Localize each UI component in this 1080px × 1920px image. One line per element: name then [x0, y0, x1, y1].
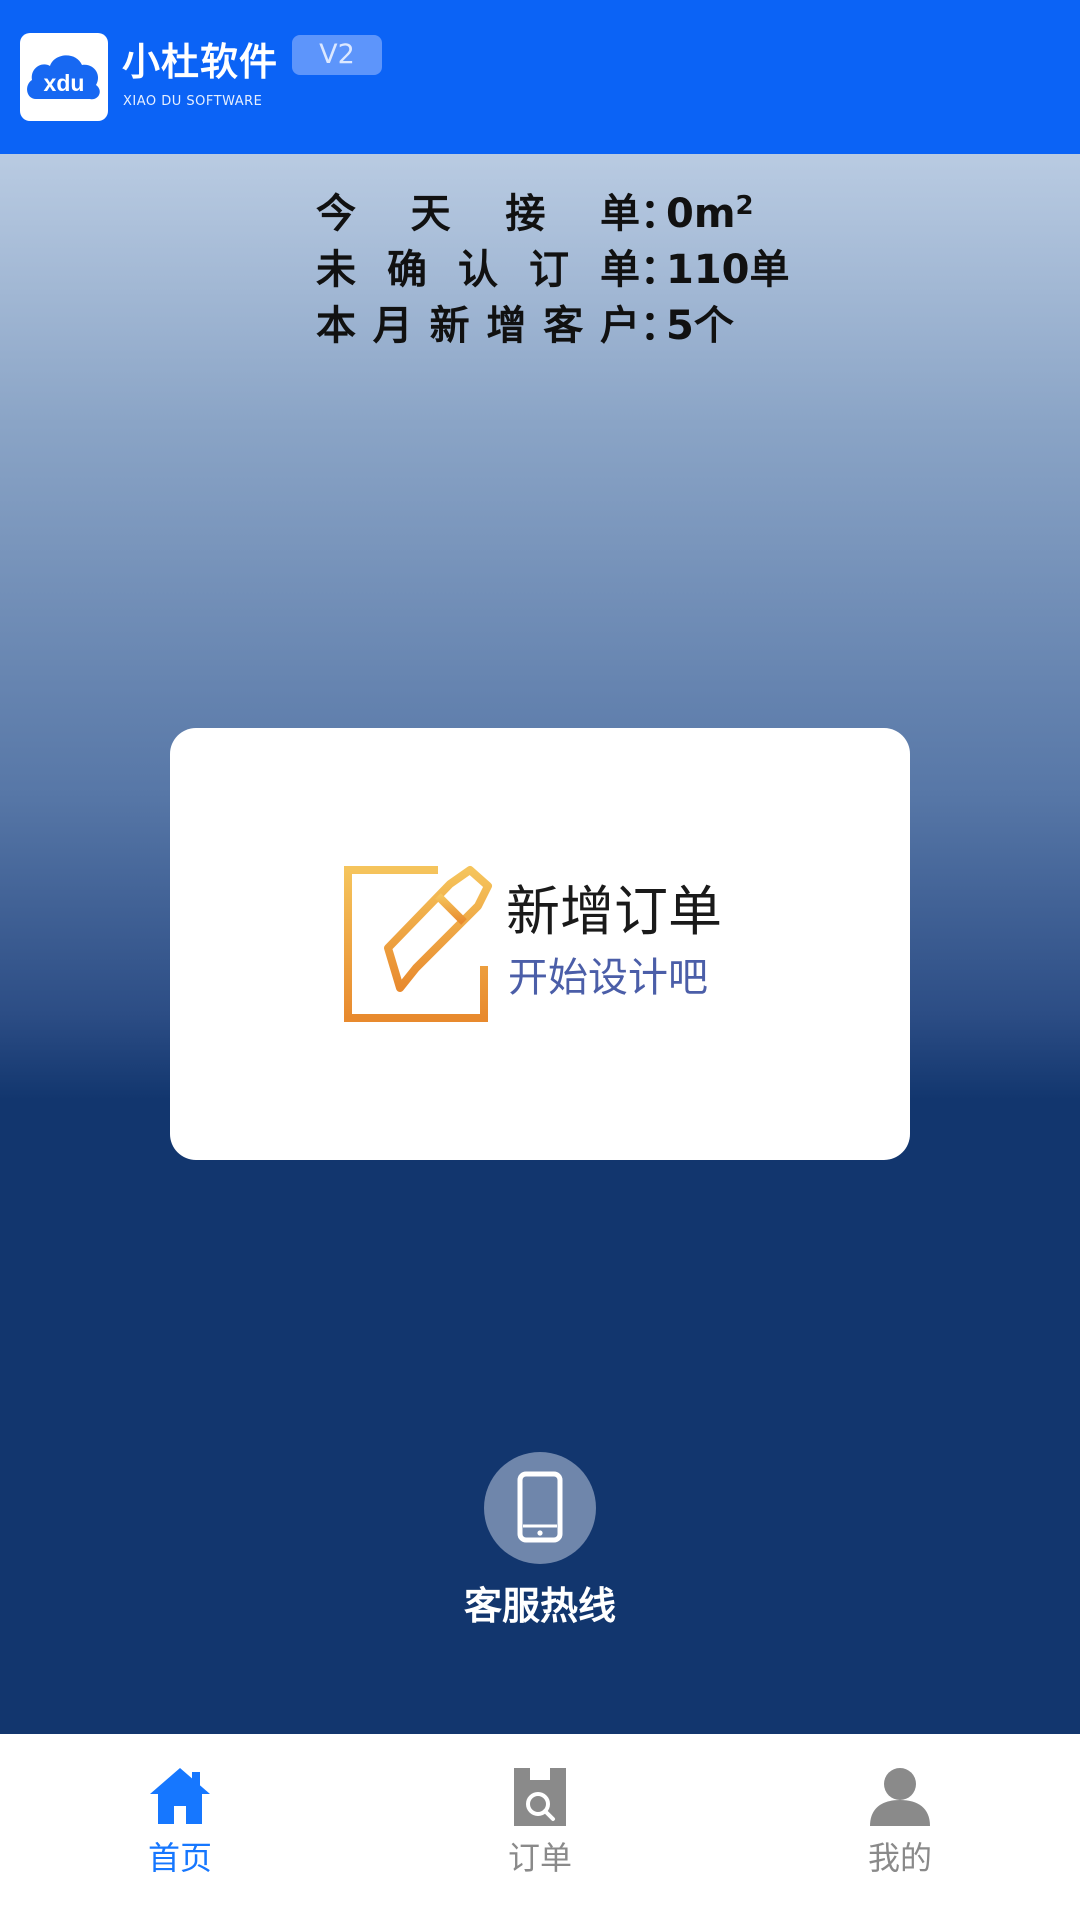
stat-label: 未确认订单 — [316, 247, 640, 293]
edit-icon — [344, 866, 492, 1022]
home-icon — [150, 1768, 210, 1824]
stat-today-orders: 今天接单：0m2 — [316, 186, 790, 242]
tab-orders[interactable]: 订单 — [360, 1734, 720, 1920]
tab-label: 订单 — [507, 1839, 572, 1877]
customer-service-hotline[interactable]: 客服热线 — [426, 1452, 654, 1630]
new-order-card[interactable]: 新增订单 开始设计吧 — [170, 728, 910, 1160]
user-icon — [870, 1768, 930, 1826]
stat-label: 本月新增客户 — [316, 303, 640, 349]
tab-label: 首页 — [147, 1839, 212, 1877]
cloud-logo-icon: xdu — [27, 55, 100, 100]
stat-new-customers: 本月新增客户：5个 — [316, 298, 790, 354]
card-title: 新增订单 — [506, 880, 722, 943]
stat-unconfirmed-orders: 未确认订单：110单 — [316, 242, 790, 298]
stat-value-superscript: 2 — [735, 191, 754, 221]
stat-value: 5个 — [666, 303, 734, 349]
stat-value-text: 0m — [666, 191, 736, 237]
stat-value: 0m2 — [666, 186, 754, 242]
brand-subtitle: XIAO DU SOFTWARE — [123, 94, 263, 109]
stats-summary: 今天接单：0m2 未确认订单：110单 本月新增客户：5个 — [316, 186, 790, 354]
phone-icon — [517, 1471, 563, 1543]
brand-name: 小杜软件 — [122, 40, 279, 84]
tab-home[interactable]: 首页 — [0, 1734, 360, 1920]
order-search-icon — [514, 1768, 566, 1826]
xdu-logo: xdu — [20, 33, 108, 121]
hotline-label: 客服热线 — [463, 1584, 616, 1628]
version-badge: V2 — [292, 35, 382, 75]
hotline-button[interactable] — [484, 1452, 596, 1564]
tab-mine[interactable]: 我的 — [720, 1734, 1080, 1920]
bottom-tab-bar: 首页 订单 我的 — [0, 1734, 1080, 1920]
svg-text:xdu: xdu — [44, 70, 85, 96]
stat-colon: ： — [640, 247, 680, 293]
card-subtitle: 开始设计吧 — [508, 955, 708, 1001]
stat-value: 110单 — [666, 247, 790, 293]
stat-colon: ： — [640, 191, 680, 237]
app-header: xdu 小杜软件 XIAO DU SOFTWARE V2 — [0, 0, 1080, 154]
stat-label: 今天接单 — [316, 191, 640, 237]
tab-label: 我的 — [867, 1839, 932, 1877]
stat-colon: ： — [640, 303, 680, 349]
